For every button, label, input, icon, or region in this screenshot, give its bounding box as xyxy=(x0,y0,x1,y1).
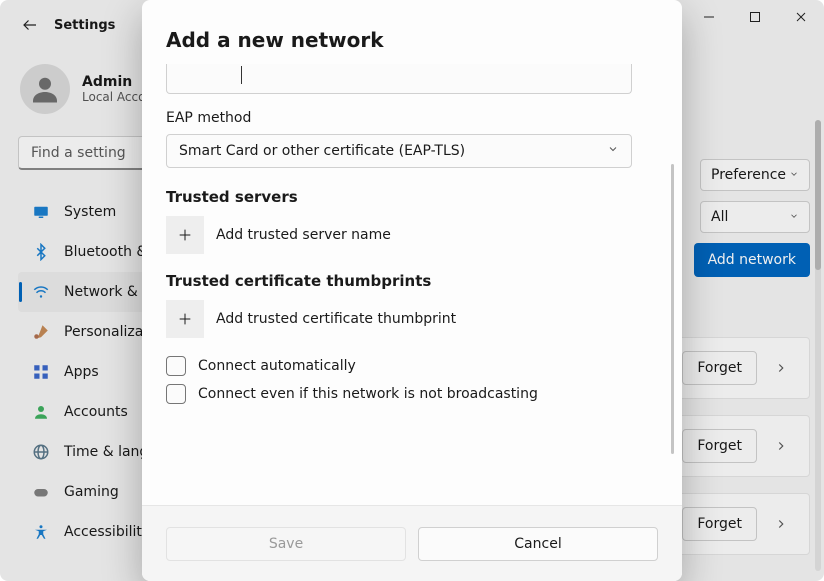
trusted-thumbprints-heading: Trusted certificate thumbprints xyxy=(166,272,632,290)
add-trusted-server-label: Add trusted server name xyxy=(216,227,391,243)
add-network-dialog: Add a new network EAP method Smart Card … xyxy=(142,0,682,581)
connect-hidden-checkbox[interactable] xyxy=(166,384,186,404)
eap-method-label: EAP method xyxy=(166,110,632,126)
add-trusted-server-row: Add trusted server name xyxy=(166,216,632,254)
cancel-button[interactable]: Cancel xyxy=(418,527,658,561)
eap-method-value: Smart Card or other certificate (EAP-TLS… xyxy=(179,143,465,159)
dialog-body: EAP method Smart Card or other certifica… xyxy=(142,52,682,505)
trusted-servers-heading: Trusted servers xyxy=(166,188,632,206)
previous-input[interactable] xyxy=(166,64,632,94)
connect-automatically-row[interactable]: Connect automatically xyxy=(166,356,632,376)
chevron-down-icon xyxy=(607,143,619,159)
connect-hidden-label: Connect even if this network is not broa… xyxy=(198,386,538,402)
connect-automatically-checkbox[interactable] xyxy=(166,356,186,376)
save-button[interactable]: Save xyxy=(166,527,406,561)
eap-method-dropdown[interactable]: Smart Card or other certificate (EAP-TLS… xyxy=(166,134,632,168)
add-trusted-thumbprint-row: Add trusted certificate thumbprint xyxy=(166,300,632,338)
add-trusted-thumbprint-button[interactable] xyxy=(166,300,204,338)
dialog-title: Add a new network xyxy=(142,0,682,52)
app-window: Settings Admin Local Account SystemBluet… xyxy=(0,0,824,581)
dialog-scrollbar[interactable] xyxy=(671,164,674,454)
dialog-footer: Save Cancel xyxy=(142,505,682,581)
add-trusted-server-button[interactable] xyxy=(166,216,204,254)
add-trusted-thumbprint-label: Add trusted certificate thumbprint xyxy=(216,311,456,327)
text-caret xyxy=(241,66,242,84)
connect-automatically-label: Connect automatically xyxy=(198,358,356,374)
connect-hidden-row[interactable]: Connect even if this network is not broa… xyxy=(166,384,632,404)
